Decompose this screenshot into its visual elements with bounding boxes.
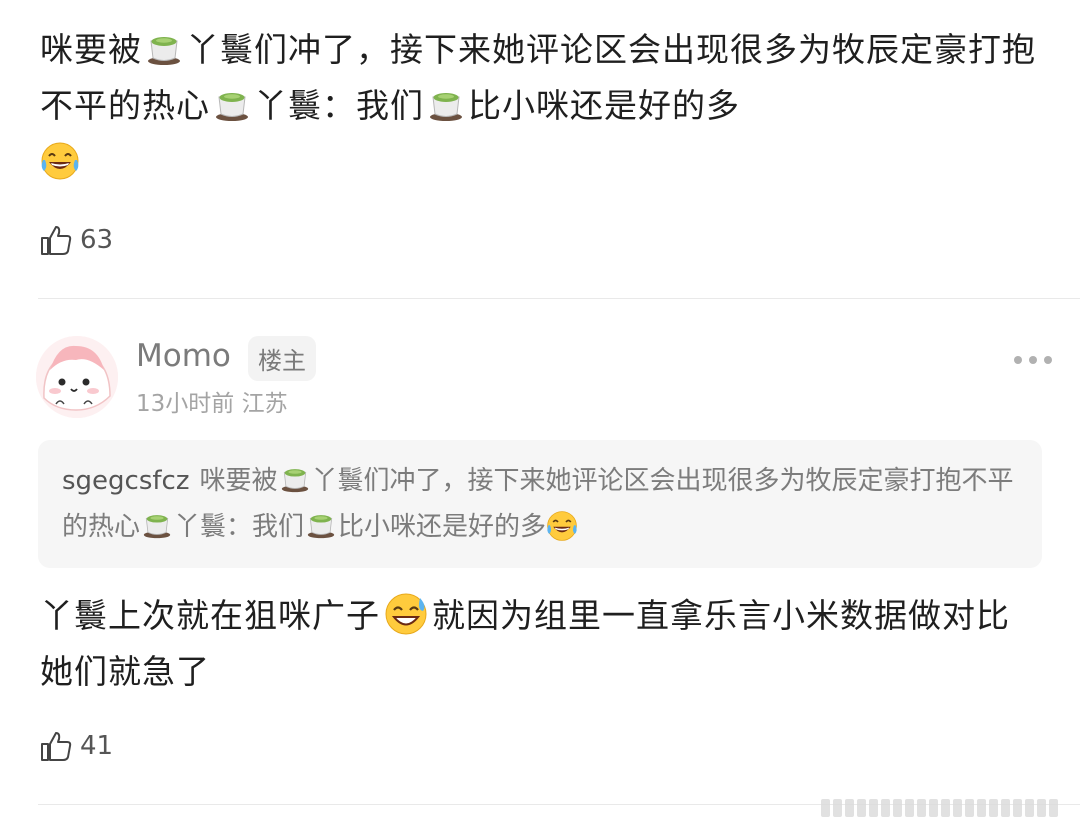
thumbs-up-icon [41,226,72,255]
text-segment: 丫鬟：我们 [174,512,305,542]
like-button[interactable]: 41 [38,728,113,764]
reply-text: 丫鬟上次就在狙咪广子 就因为组里一直拿乐言小米数据做对比 她们就急了 [40,588,1040,700]
text-segment: 咪要被 [40,30,142,69]
quoted-username: sgegcsfcz [62,466,190,496]
text-segment: 比小咪还是好的多 [338,512,547,542]
comment-body: 咪要被 丫鬟们冲了，接下来她评论区会出现很多为牧辰定豪打抱不平的热心 丫鬟：我们 比小… [40,22,1050,190]
dot [1044,356,1052,364]
tea-emoji-icon [214,88,250,122]
tea-emoji-icon [428,88,464,122]
tea-emoji-icon [280,465,310,493]
text-segment: 比小咪还是好的多 [468,86,740,125]
laughing-emoji-icon [40,141,80,181]
text-segment: 丫鬟上次就在狙咪广子 [40,596,380,635]
text-segment: 咪要被 [199,466,278,496]
quoted-comment[interactable]: sgegcsfcz 咪要被 丫鬟们冲了，接下来她评论区会出现很多为牧辰定豪打抱不平的… [38,440,1042,568]
quoted-text: sgegcsfcz 咪要被 丫鬟们冲了，接下来她评论区会出现很多为牧辰定豪打抱不平的… [62,458,1022,550]
like-button[interactable]: 63 [38,222,113,258]
timestamp-location: 13小时前 江苏 [136,391,288,417]
avatar[interactable] [36,336,118,418]
tea-emoji-icon [146,32,182,66]
laughing-emoji-icon [546,510,578,542]
more-options-button[interactable] [1006,348,1060,372]
dot [1029,356,1037,364]
divider [38,298,1080,299]
username[interactable]: Momo [136,338,231,374]
like-count: 41 [80,731,114,761]
text-segment: 丫鬟：我们 [254,86,424,125]
dot [1014,356,1022,364]
host-badge: 楼主 [248,336,316,381]
tea-emoji-icon [306,511,336,539]
watermark [821,799,1058,817]
like-count: 63 [80,225,114,255]
comment-text: 咪要被 丫鬟们冲了，接下来她评论区会出现很多为牧辰定豪打抱不平的热心 丫鬟：我们 比小… [40,22,1050,190]
thumbs-up-icon [41,732,72,761]
tea-emoji-icon [142,511,172,539]
sweat-smile-emoji-icon [384,592,428,636]
